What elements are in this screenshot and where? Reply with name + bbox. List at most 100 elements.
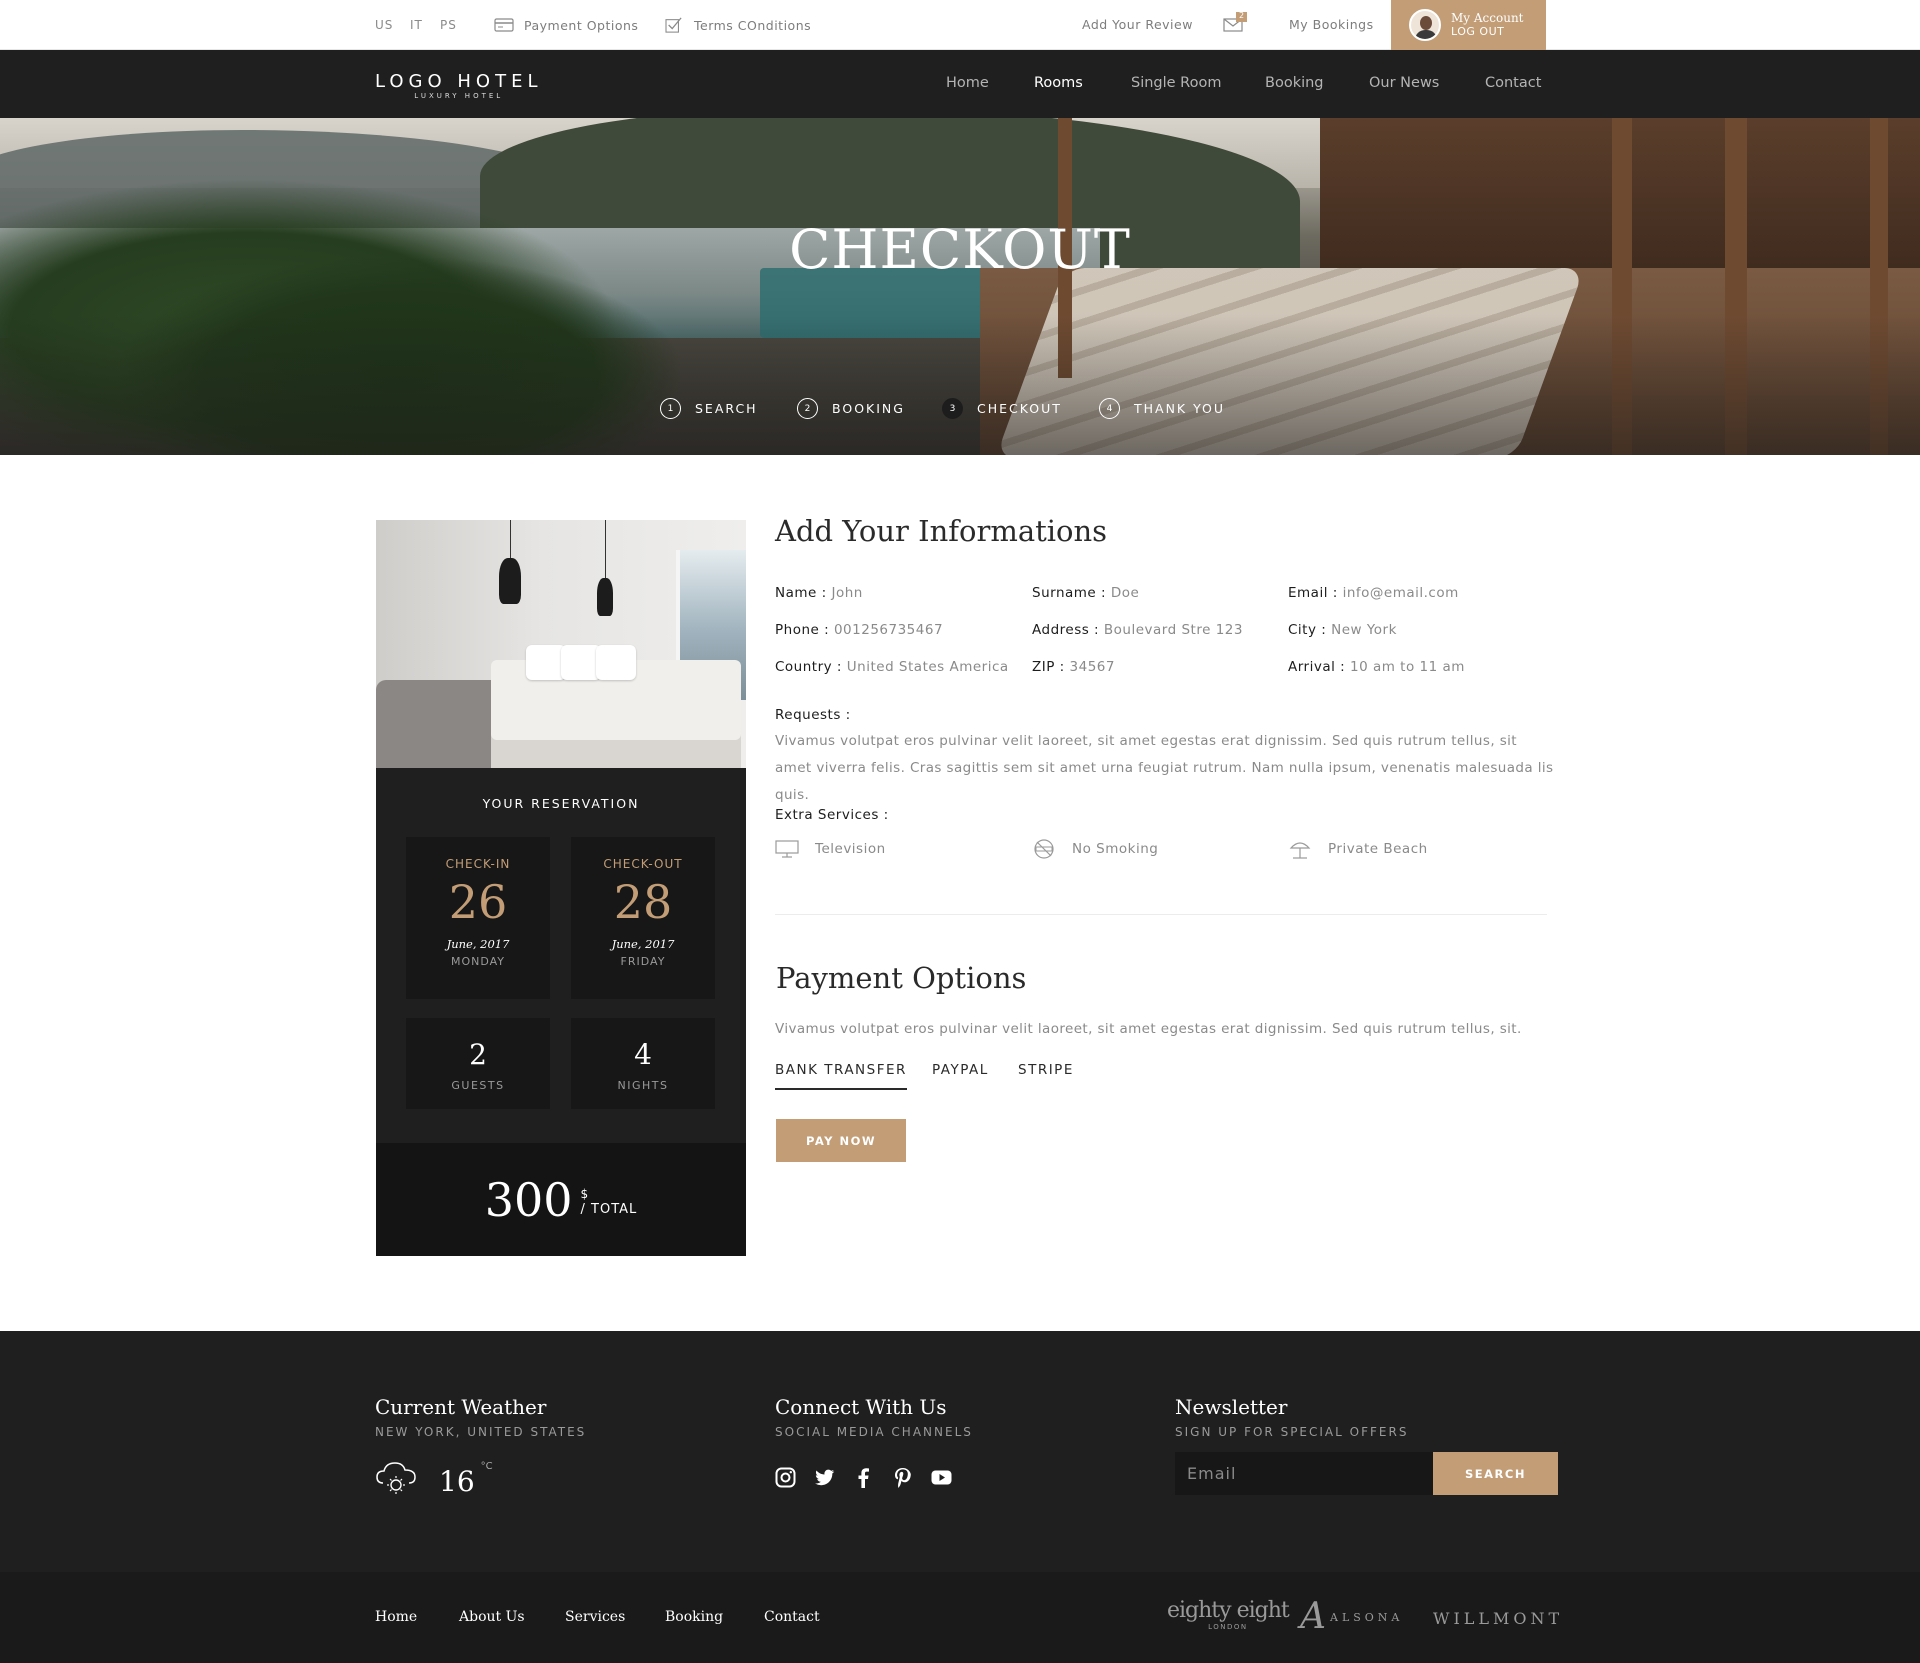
field-address: Address : Boulevard Stre 123 (1032, 622, 1243, 638)
temperature-value: 16 (439, 1465, 475, 1498)
checkout-month-year: June, 2017 (611, 937, 675, 951)
nav-our-news[interactable]: Our News (1369, 75, 1439, 91)
newsletter-email-input[interactable] (1175, 1452, 1433, 1495)
language-ps[interactable]: PS (440, 18, 457, 32)
field-zip: ZIP : 34567 (1032, 659, 1115, 675)
guests-label: GUESTS (451, 1079, 505, 1092)
checkin-box: CHECK-IN 26 June, 2017 MONDAY (406, 837, 550, 999)
room-photo (376, 520, 746, 768)
pay-now-button[interactable]: PAY NOW (776, 1119, 906, 1162)
service-television: Television (775, 838, 886, 860)
tab-stripe[interactable]: STRIPE (1018, 1062, 1074, 1088)
service-label: No Smoking (1072, 841, 1159, 857)
section-divider (775, 914, 1547, 915)
step-thank-you[interactable]: 4 THANK YOU (1099, 398, 1225, 419)
messages-count-badge: 2 (1239, 11, 1245, 20)
step-booking[interactable]: 2 BOOKING (797, 398, 905, 419)
payment-text: Vivamus volutpat eros pulvinar velit lao… (775, 1021, 1522, 1037)
step-number: 2 (797, 398, 818, 419)
account-menu[interactable]: My Account LOG OUT (1391, 0, 1546, 50)
nights-label: NIGHTS (617, 1079, 669, 1092)
checkout-label: CHECK-OUT (603, 857, 683, 871)
checkin-label: CHECK-IN (445, 857, 511, 871)
newsletter-subtitle: SIGN UP FOR SPECIAL OFFERS (1175, 1425, 1409, 1439)
nav-booking[interactable]: Booking (1265, 75, 1324, 91)
terms-link[interactable]: Terms COnditions (664, 17, 811, 33)
service-private-beach: Private Beach (1288, 838, 1428, 860)
footer-link-about[interactable]: About Us (459, 1609, 525, 1625)
twitter-icon[interactable] (814, 1467, 835, 1488)
nav-single-room[interactable]: Single Room (1131, 75, 1221, 91)
logo-title: LOGO HOTEL (375, 71, 543, 92)
nav-home[interactable]: Home (946, 75, 989, 91)
add-review-link[interactable]: Add Your Review (1082, 17, 1193, 32)
connect-subtitle: SOCIAL MEDIA CHANNELS (775, 1425, 973, 1439)
field-email: Email : info@email.com (1288, 585, 1459, 601)
field-value: 001256735467 (833, 622, 944, 638)
nav-rooms[interactable]: Rooms (1034, 75, 1083, 91)
field-name: Name : John (775, 585, 863, 601)
field-value: Boulevard Stre 123 (1103, 622, 1243, 638)
nav-contact[interactable]: Contact (1485, 75, 1541, 91)
field-value: 10 am to 11 am (1350, 659, 1465, 675)
payment-title: Payment Options (776, 961, 1027, 995)
weather-widget: 16 °C (375, 1459, 493, 1499)
facebook-icon[interactable] (853, 1467, 874, 1488)
currency-symbol: $ (580, 1186, 589, 1201)
reservation-card: YOUR RESERVATION CHECK-IN 26 June, 2017 … (376, 520, 746, 1256)
pinterest-icon[interactable] (892, 1467, 913, 1488)
field-label: Arrival : (1288, 659, 1346, 675)
nights-box: 4 NIGHTS (571, 1018, 715, 1109)
main-navbar: LOGO HOTEL LUXURY HOTEL Home Rooms Singl… (0, 50, 1920, 118)
youtube-icon[interactable] (931, 1467, 952, 1488)
hotel-logo[interactable]: LOGO HOTEL LUXURY HOTEL (375, 71, 543, 100)
field-value: info@email.com (1342, 585, 1459, 601)
no-smoking-icon (1034, 839, 1054, 859)
messages-button[interactable]: 2 (1223, 11, 1247, 34)
step-checkout[interactable]: 3 CHECKOUT (942, 398, 1062, 419)
newsletter-search-button[interactable]: SEARCH (1433, 1452, 1558, 1495)
tab-paypal[interactable]: PAYPAL (932, 1062, 989, 1088)
social-links (775, 1467, 952, 1488)
checkin-weekday: MONDAY (450, 955, 506, 968)
tab-bank-transfer[interactable]: BANK TRANSFER (775, 1062, 907, 1090)
partner-logo-eighty-eight: eighty eight LONDON (1167, 1598, 1290, 1631)
logout-link[interactable]: LOG OUT (1451, 25, 1524, 39)
requests-label: Requests : (775, 707, 851, 723)
service-label: Television (815, 841, 886, 857)
top-bar: US IT PS Payment Options Terms COndition… (0, 0, 1920, 50)
checkout-steps: 1 SEARCH 2 BOOKING 3 CHECKOUT 4 THANK YO… (0, 398, 1920, 428)
page-title: CHECKOUT (789, 218, 1131, 281)
payment-options-label: Payment Options (524, 17, 639, 33)
footer-link-contact[interactable]: Contact (764, 1609, 820, 1625)
field-value: United States America (846, 659, 1009, 675)
guests-box: 2 GUESTS (406, 1018, 550, 1109)
service-no-smoking: No Smoking (1032, 838, 1158, 860)
requests-text: Vivamus volutpat eros pulvinar velit lao… (775, 733, 1554, 803)
field-arrival: Arrival : 10 am to 11 am (1288, 659, 1465, 675)
credit-card-icon (494, 18, 514, 32)
extra-services-label: Extra Services : (775, 807, 889, 823)
language-it[interactable]: IT (410, 18, 423, 32)
checkout-box: CHECK-OUT 28 June, 2017 FRIDAY (571, 837, 715, 999)
checkout-weekday: FRIDAY (620, 955, 666, 968)
instagram-icon[interactable] (775, 1467, 796, 1488)
account-name: My Account (1451, 11, 1524, 25)
language-us[interactable]: US (375, 18, 393, 32)
my-bookings-link[interactable]: My Bookings (1289, 17, 1374, 32)
footer-link-services[interactable]: Services (565, 1609, 625, 1625)
step-search[interactable]: 1 SEARCH (660, 398, 758, 419)
field-phone: Phone : 001256735467 (775, 622, 943, 638)
footer-link-home[interactable]: Home (375, 1609, 417, 1625)
step-number: 3 (942, 398, 963, 419)
terms-label: Terms COnditions (694, 17, 812, 33)
field-city: City : New York (1288, 622, 1397, 638)
nights-count: 4 (634, 1038, 652, 1071)
footer-link-booking[interactable]: Booking (665, 1609, 723, 1625)
payment-options-link[interactable]: Payment Options (494, 17, 638, 33)
field-label: Name : (775, 585, 827, 601)
field-label: Address : (1032, 622, 1100, 638)
connect-title: Connect With Us (775, 1395, 947, 1419)
sub-footer: Home About Us Services Booking Contact e… (0, 1572, 1920, 1663)
field-label: ZIP : (1032, 659, 1065, 675)
